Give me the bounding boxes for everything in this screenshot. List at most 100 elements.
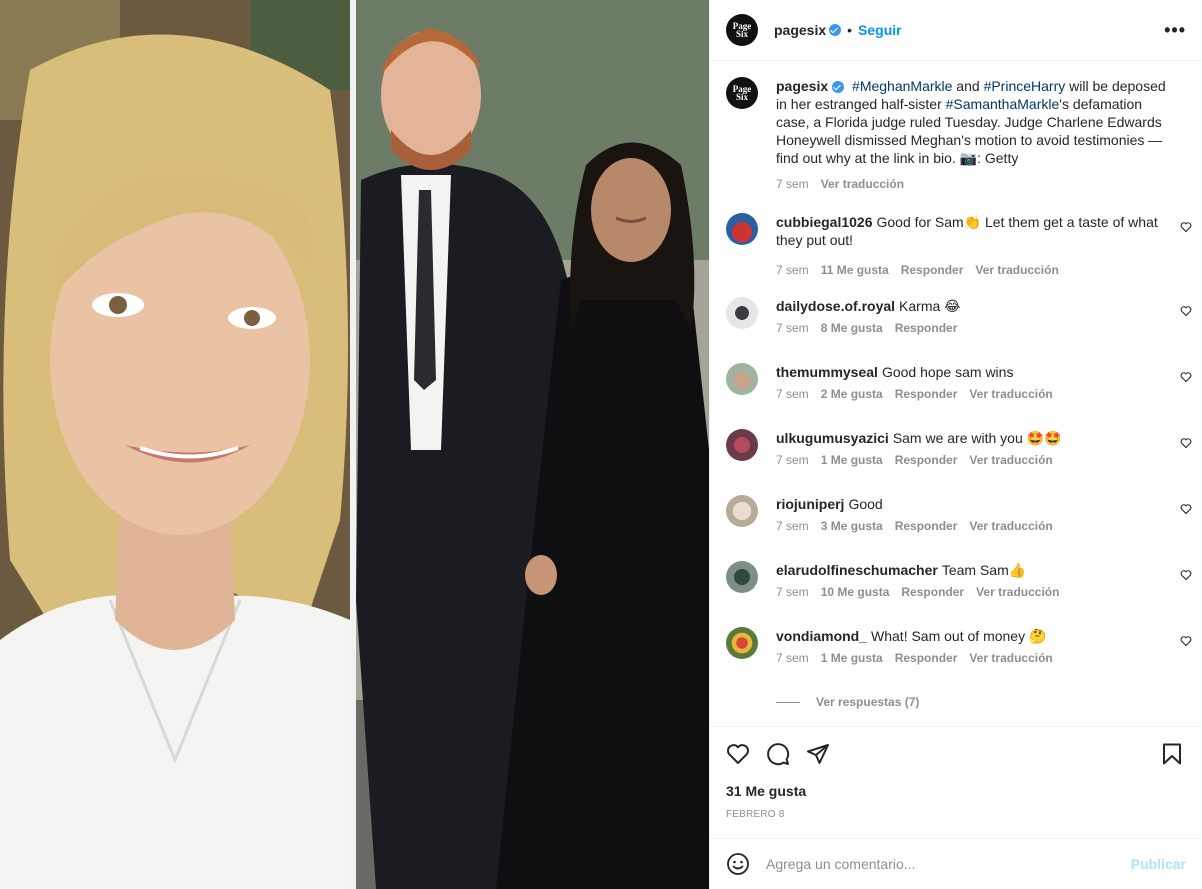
- translate-link[interactable]: Ver traducción: [969, 387, 1052, 401]
- comment-username[interactable]: elarudolfineschumacher: [776, 562, 938, 578]
- view-replies-label: Ver respuestas (7): [816, 695, 920, 709]
- post-media[interactable]: [0, 0, 709, 889]
- separator-dot: •: [847, 22, 853, 38]
- translate-link[interactable]: Ver traducción: [975, 263, 1058, 277]
- verified-badge-icon: [829, 24, 842, 36]
- emoji-icon[interactable]: [726, 852, 750, 876]
- comment-likes[interactable]: 11 Me gusta: [821, 263, 889, 277]
- post-date: FEBRERO 8: [726, 809, 785, 820]
- comment-meta: 7 sem 11 Me gusta Responder Ver traducci…: [776, 263, 1176, 277]
- comment-text: riojuniperj Good: [776, 495, 1176, 513]
- publish-button[interactable]: Publicar: [1131, 856, 1186, 872]
- comment-avatar[interactable]: [726, 429, 758, 461]
- follow-button[interactable]: Seguir: [858, 22, 902, 38]
- comment-username[interactable]: vondiamond_: [776, 628, 867, 644]
- comment-meta: 7 sem 2 Me gusta Responder Ver traducció…: [776, 387, 1176, 401]
- comment-row: vondiamond_ What! Sam out of money 🤔 7 se…: [726, 627, 1194, 665]
- caption-username[interactable]: pagesix: [776, 78, 828, 94]
- comment-row: dailydose.of.royal Karma 😂 7 sem 8 Me gus…: [726, 297, 1194, 335]
- hashtag-link[interactable]: #MeghanMarkle: [852, 78, 952, 94]
- comment-text: themummyseal Good hope sam wins: [776, 363, 1176, 381]
- comment-time: 7 sem: [776, 519, 809, 533]
- caption-time: 7 sem: [776, 177, 809, 191]
- like-comment-heart-icon[interactable]: [1180, 437, 1192, 449]
- translate-link[interactable]: Ver traducción: [976, 585, 1059, 599]
- comment-likes[interactable]: 2 Me gusta: [821, 387, 883, 401]
- comment-body: Good: [848, 496, 883, 512]
- portrait-illustration: [0, 0, 350, 889]
- like-comment-heart-icon[interactable]: [1180, 635, 1192, 647]
- add-comment-bar: Publicar: [710, 838, 1202, 889]
- comment-icon[interactable]: [766, 742, 790, 766]
- comment-body: Team Sam👍: [941, 562, 1027, 578]
- translate-link[interactable]: Ver traducción: [821, 177, 904, 191]
- avatar-logo-text: Page Six: [732, 21, 752, 39]
- reply-button[interactable]: Responder: [895, 651, 958, 665]
- comment-time: 7 sem: [776, 585, 809, 599]
- comment-row: riojuniperj Good 7 sem 3 Me gusta Respond…: [726, 495, 1194, 533]
- reply-button[interactable]: Responder: [895, 321, 958, 335]
- comments-list[interactable]: Page Six pagesix #MeghanMarkle and #Prin…: [710, 61, 1202, 726]
- post-side-panel: Page Six pagesix • Seguir ••• Page Six p…: [709, 0, 1202, 889]
- translate-link[interactable]: Ver traducción: [969, 453, 1052, 467]
- verified-badge-icon: [832, 81, 845, 94]
- reply-button[interactable]: Responder: [895, 453, 958, 467]
- like-comment-heart-icon[interactable]: [1180, 221, 1192, 233]
- like-comment-heart-icon[interactable]: [1180, 305, 1192, 317]
- comment-username[interactable]: riojuniperj: [776, 496, 844, 512]
- comment-row: ulkugumusyazici Sam we are with you 🤩🤩 7 …: [726, 429, 1194, 467]
- comment-username[interactable]: dailydose.of.royal: [776, 298, 895, 314]
- comment-username[interactable]: cubbiegal1026: [776, 214, 873, 230]
- comment-meta: 7 sem 3 Me gusta Responder Ver traducció…: [776, 519, 1176, 533]
- view-replies-button[interactable]: Ver respuestas (7): [776, 695, 919, 709]
- like-comment-heart-icon[interactable]: [1180, 371, 1192, 383]
- comment-body: What! Sam out of money 🤔: [871, 628, 1047, 644]
- likes-count[interactable]: 31 Me gusta: [710, 783, 1202, 799]
- comment-likes[interactable]: 10 Me gusta: [821, 585, 890, 599]
- comment-meta: 7 sem 10 Me gusta Responder Ver traducci…: [776, 585, 1176, 599]
- comment-avatar[interactable]: [726, 561, 758, 593]
- reply-button[interactable]: Responder: [895, 387, 958, 401]
- like-comment-heart-icon[interactable]: [1180, 569, 1192, 581]
- comment-time: 7 sem: [776, 263, 809, 277]
- comment-body: Good hope sam wins: [881, 364, 1014, 380]
- hashtag-link[interactable]: #SamanthaMarkle: [946, 96, 1060, 112]
- caption-text: pagesix #MeghanMarkle and #PrinceHarry w…: [776, 77, 1176, 167]
- comment-username[interactable]: ulkugumusyazici: [776, 430, 889, 446]
- like-comment-heart-icon[interactable]: [1180, 503, 1192, 515]
- couple-illustration: [356, 0, 709, 889]
- reply-button[interactable]: Responder: [901, 585, 964, 599]
- comment-row: elarudolfineschumacher Team Sam👍 7 sem 10…: [726, 561, 1194, 599]
- photo-harry-meghan: [356, 0, 709, 889]
- comment-username[interactable]: themummyseal: [776, 364, 878, 380]
- comment-meta: 7 sem 8 Me gusta Responder: [776, 321, 1176, 335]
- comment-meta: 7 sem 1 Me gusta Responder Ver traducció…: [776, 453, 1176, 467]
- comment-row: cubbiegal1026 Good for Sam👏 Let them get …: [726, 213, 1194, 277]
- comment-likes[interactable]: 3 Me gusta: [821, 519, 883, 533]
- comment-input[interactable]: [766, 856, 1131, 872]
- comment-avatar[interactable]: [726, 213, 758, 245]
- comment-avatar[interactable]: [726, 495, 758, 527]
- comment-meta: 7 sem 1 Me gusta Responder Ver traducció…: [776, 651, 1176, 665]
- caption-row: Page Six pagesix #MeghanMarkle and #Prin…: [726, 77, 1194, 191]
- share-icon[interactable]: [806, 742, 830, 766]
- heart-icon[interactable]: [726, 742, 750, 766]
- hashtag-link[interactable]: #PrinceHarry: [984, 78, 1066, 94]
- bookmark-icon[interactable]: [1160, 742, 1184, 766]
- reply-button[interactable]: Responder: [895, 519, 958, 533]
- comment-avatar[interactable]: [726, 297, 758, 329]
- account-avatar[interactable]: Page Six: [726, 14, 758, 46]
- comment-likes[interactable]: 1 Me gusta: [821, 453, 883, 467]
- comment-text: vondiamond_ What! Sam out of money 🤔: [776, 627, 1176, 645]
- action-icons: [710, 727, 1202, 781]
- translate-link[interactable]: Ver traducción: [969, 519, 1052, 533]
- account-username[interactable]: pagesix: [774, 22, 826, 38]
- translate-link[interactable]: Ver traducción: [969, 651, 1052, 665]
- comment-likes[interactable]: 1 Me gusta: [821, 651, 883, 665]
- reply-button[interactable]: Responder: [901, 263, 964, 277]
- comment-avatar[interactable]: [726, 363, 758, 395]
- more-options-icon[interactable]: •••: [1164, 20, 1186, 41]
- comment-likes[interactable]: 8 Me gusta: [821, 321, 883, 335]
- caption-avatar[interactable]: Page Six: [726, 77, 758, 109]
- comment-avatar[interactable]: [726, 627, 758, 659]
